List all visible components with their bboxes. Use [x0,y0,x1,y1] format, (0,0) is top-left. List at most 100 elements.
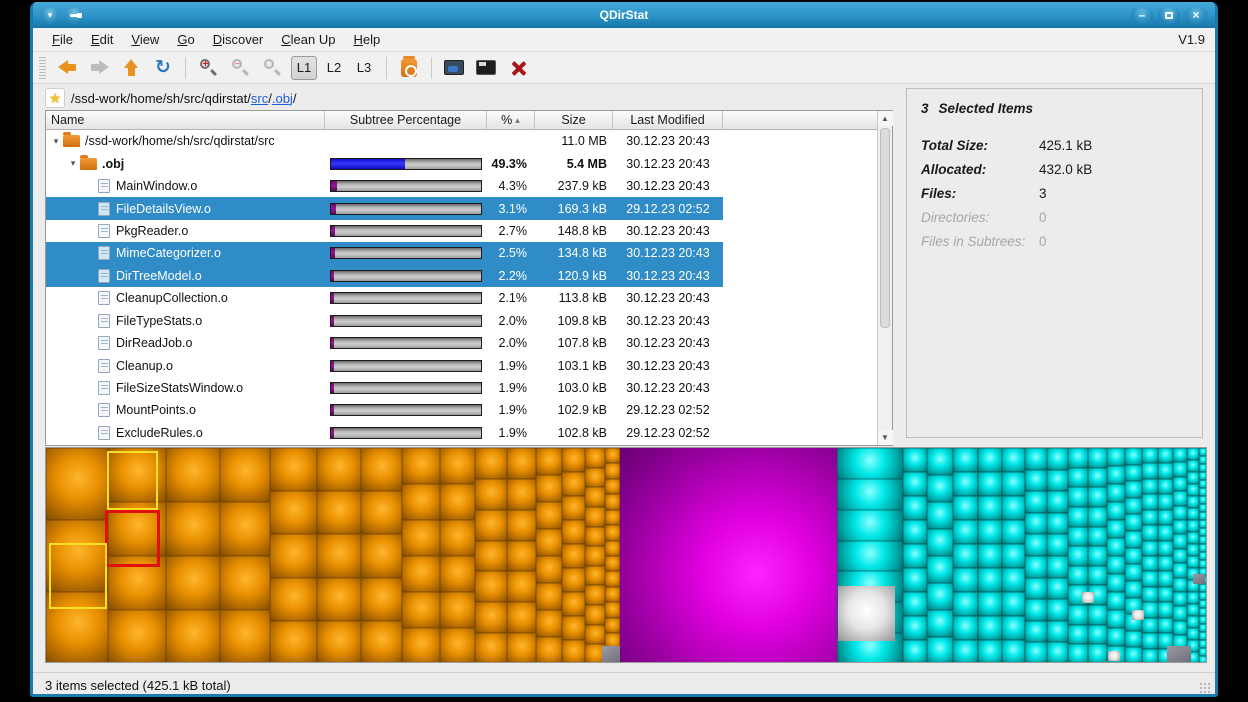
treemap-cell-orange[interactable] [605,510,620,525]
treemap-cell-cyan[interactable] [1199,600,1207,608]
treemap-cell-orange[interactable] [440,556,475,592]
treemap-cell-cyan[interactable] [1158,556,1173,571]
treemap-cell-cyan[interactable] [1199,632,1207,640]
column-header-last-modified[interactable]: Last Modified [613,111,723,129]
treemap-cell-cyan[interactable] [1107,628,1125,646]
treemap-cell-orange[interactable] [220,502,270,556]
treemap-cell-cyan[interactable] [1199,640,1207,648]
treemap-cell-cyan[interactable] [927,556,953,583]
treemap-cell-cyan[interactable] [978,520,1002,544]
treemap-selection-yellow[interactable] [107,451,158,510]
treemap-cell-orange[interactable] [475,510,507,541]
treemap-cell-cyan[interactable] [903,496,927,520]
treemap-cell-cyan[interactable] [1088,507,1107,527]
treemap-cell-orange[interactable] [562,544,585,568]
treemap-cell-cyan[interactable] [1173,506,1187,520]
treemap-cell-cyan[interactable] [927,610,953,637]
treemap-cell-cyan[interactable] [1142,587,1158,602]
treemap-cell-orange[interactable] [562,472,585,496]
terminal-button[interactable] [473,55,499,81]
close-button[interactable]: × [1185,7,1207,24]
treemap-cell-cyan[interactable] [1047,470,1068,492]
treemap-cell-orange[interactable] [270,448,317,491]
treemap-cell-orange[interactable] [361,578,402,621]
treemap-cell-cyan[interactable] [1199,448,1207,456]
treemap-cell-cyan[interactable] [1025,534,1047,556]
treemap-cell-cyan[interactable] [1068,644,1088,663]
treemap-cell-cyan[interactable] [1173,462,1187,476]
treemap-cell-orange[interactable] [46,448,108,520]
treemap-cell-orange[interactable] [536,637,562,663]
treemap-cell-cyan[interactable] [1125,647,1142,663]
treemap-cell-cyan[interactable] [1187,460,1199,472]
treemap-cell-orange[interactable] [402,520,440,556]
zoom-in-button[interactable]: + [195,55,221,81]
treemap-cell-cyan[interactable] [1025,513,1047,535]
treemap-cell-cyan[interactable] [1173,578,1187,592]
zoom-out-button[interactable]: − [227,55,253,81]
menu-item-discover[interactable]: Discover [204,30,273,49]
delete-button[interactable] [505,55,531,81]
treemap-cell-orange[interactable] [166,502,220,556]
treemap-cell-cyan[interactable] [1158,541,1173,556]
treemap-cell-cyan[interactable] [927,448,953,475]
treemap-level-button-l3[interactable]: L3 [351,56,377,80]
treemap-cell-orange[interactable] [605,556,620,571]
treemap-cell-cyan[interactable] [1068,546,1088,566]
treemap-cell-cyan[interactable] [1199,480,1207,488]
treemap-cell-orange[interactable] [585,448,605,468]
treemap-cell-cyan[interactable] [903,640,927,663]
treemap-cell-cyan[interactable] [927,583,953,610]
treemap-cell-orange[interactable] [562,520,585,544]
treemap-cell-orange[interactable] [361,448,402,491]
treemap-cell-cyan[interactable] [1088,605,1107,625]
treemap-cell-orange[interactable] [585,487,605,507]
menu-item-view[interactable]: View [122,30,168,49]
menu-item-go[interactable]: Go [168,30,203,49]
treemap-cell-orange[interactable] [605,525,620,540]
treemap-cell-cyan[interactable] [1025,470,1047,492]
zoom-fit-button[interactable] [259,55,285,81]
breadcrumb-link[interactable]: src [251,91,268,106]
treemap-cell-cyan[interactable] [1088,448,1107,468]
treemap-cell-cyan[interactable] [1068,487,1088,507]
treemap-cell-cyan[interactable] [927,475,953,502]
treemap-cell-orange[interactable] [507,541,536,572]
treemap-cell-cyan[interactable] [1142,649,1158,663]
treemap-cell-white[interactable] [1132,610,1144,620]
scrollbar-track[interactable] [878,126,892,430]
treemap-cell-orange[interactable] [440,484,475,520]
treemap-cell-cyan[interactable] [1047,642,1068,663]
treemap-cell-cyan[interactable] [1047,448,1068,470]
treemap-cell-cyan[interactable] [1068,605,1088,625]
treemap-cell-cyan[interactable] [1187,532,1199,544]
table-row[interactable]: MountPoints.o1.9%102.9 kB29.12.23 02:52 [46,399,877,421]
table-row[interactable]: ▾/ssd-work/home/sh/src/qdirstat/src11.0 … [46,130,877,152]
treemap-cell-cyan[interactable] [1047,513,1068,535]
treemap-cell-cyan[interactable] [1142,633,1158,648]
treemap-cell-orange[interactable] [220,556,270,610]
treemap-cell-cyan[interactable] [1142,510,1158,525]
treemap-cell-cyan[interactable] [1142,463,1158,478]
treemap-cell-cyan[interactable] [1107,502,1125,520]
treemap-cell-orange[interactable] [605,587,620,602]
treemap-cell-orange[interactable] [585,585,605,605]
treemap-cell-cyan[interactable] [927,637,953,663]
treemap-cell-orange[interactable] [402,628,440,663]
treemap-cell-cyan[interactable] [1125,465,1142,482]
treemap-cell-orange[interactable] [507,510,536,541]
treemap-cell-cyan[interactable] [1187,592,1199,604]
table-row[interactable]: DirReadJob.o2.0%107.8 kB30.12.23 20:43 [46,332,877,354]
treemap-cell-cyan[interactable] [1002,496,1025,520]
treemap-cell-cyan[interactable] [978,472,1002,496]
treemap-cell-orange[interactable] [475,571,507,602]
treemap-cell-cyan[interactable] [1187,616,1199,628]
treemap-cell-cyan[interactable] [1142,494,1158,509]
treemap-cell-orange[interactable] [317,578,361,621]
treemap-cell-magenta[interactable] [620,448,837,663]
treemap-cell-orange[interactable] [402,592,440,628]
column-header-subtree-percentage[interactable]: Subtree Percentage [325,111,487,129]
treemap-cell-cyan[interactable] [1142,618,1158,633]
treemap-cell-cyan[interactable] [1158,602,1173,617]
treemap-level-button-l2[interactable]: L2 [321,56,347,80]
